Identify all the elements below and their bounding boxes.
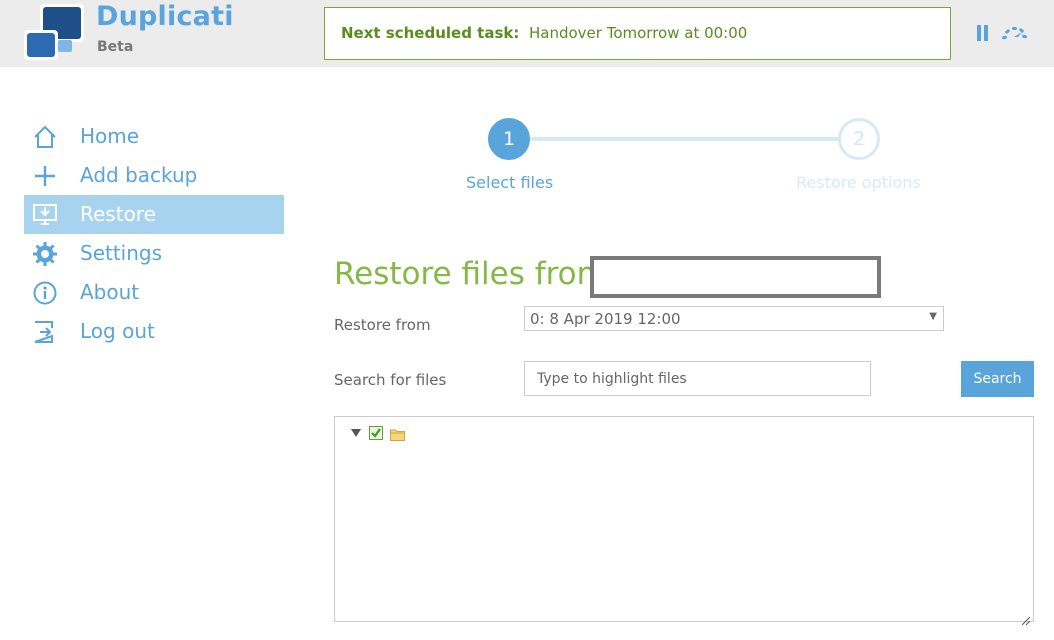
- sidebar-nav: Home Add backup Restore Settings About L…: [24, 117, 284, 351]
- home-icon: [32, 124, 58, 150]
- expand-arrow-icon[interactable]: [351, 429, 361, 437]
- search-input[interactable]: [524, 361, 871, 396]
- stepper-line: [530, 137, 840, 141]
- duplicati-logo[interactable]: [24, 4, 84, 60]
- restore-from-label: Restore from: [334, 316, 431, 334]
- sidebar-item-label: Restore: [80, 202, 156, 226]
- sidebar-item-label: Settings: [80, 241, 163, 265]
- speedometer-icon[interactable]: [1001, 25, 1029, 41]
- folder-icon: [390, 426, 405, 441]
- step-1-label[interactable]: Select files: [466, 173, 553, 192]
- search-button[interactable]: Search: [961, 361, 1034, 397]
- restore-from-value: 0: 8 Apr 2019 12:00: [530, 310, 681, 328]
- step-2-label[interactable]: Restore options: [796, 173, 921, 192]
- info-icon: [32, 280, 58, 306]
- chevron-down-icon: ▼: [929, 311, 937, 322]
- logout-icon: [32, 319, 58, 345]
- sidebar-item-about[interactable]: About: [24, 273, 284, 312]
- restore-icon: [32, 202, 58, 228]
- search-label: Search for files: [334, 371, 447, 389]
- sidebar-item-home[interactable]: Home: [24, 117, 284, 156]
- schedule-label: Next scheduled task:: [341, 24, 520, 42]
- sidebar-item-label: Log out: [80, 319, 155, 343]
- checkbox-checked-icon[interactable]: [369, 425, 383, 440]
- file-tree[interactable]: [334, 416, 1034, 626]
- sidebar-item-label: Home: [80, 124, 140, 148]
- header-bar: Duplicati Beta Next scheduled task: Hand…: [0, 0, 1054, 67]
- step-1-circle[interactable]: 1: [488, 118, 530, 160]
- gear-icon: [32, 241, 58, 267]
- plus-icon: [32, 163, 58, 189]
- sidebar-item-restore[interactable]: Restore: [24, 195, 284, 234]
- restore-from-select[interactable]: 0: 8 Apr 2019 12:00 ▼: [524, 306, 944, 331]
- backup-name-redacted: [590, 256, 881, 298]
- pause-icon[interactable]: [975, 25, 991, 41]
- page-title: Restore files from: [334, 256, 607, 292]
- step-2-circle[interactable]: 2: [838, 118, 880, 160]
- resize-grip-icon[interactable]: [1021, 610, 1031, 626]
- app-title: Duplicati: [96, 1, 234, 32]
- sidebar-item-settings[interactable]: Settings: [24, 234, 284, 273]
- sidebar-item-label: About: [80, 280, 140, 304]
- sidebar-item-log-out[interactable]: Log out: [24, 312, 284, 351]
- schedule-value: Handover Tomorrow at 00:00: [529, 24, 748, 42]
- schedule-banner: Next scheduled task: Handover Tomorrow a…: [324, 7, 951, 60]
- sidebar-item-add-backup[interactable]: Add backup: [24, 156, 284, 195]
- sidebar-item-label: Add backup: [80, 163, 198, 187]
- app-subtitle: Beta: [97, 39, 134, 55]
